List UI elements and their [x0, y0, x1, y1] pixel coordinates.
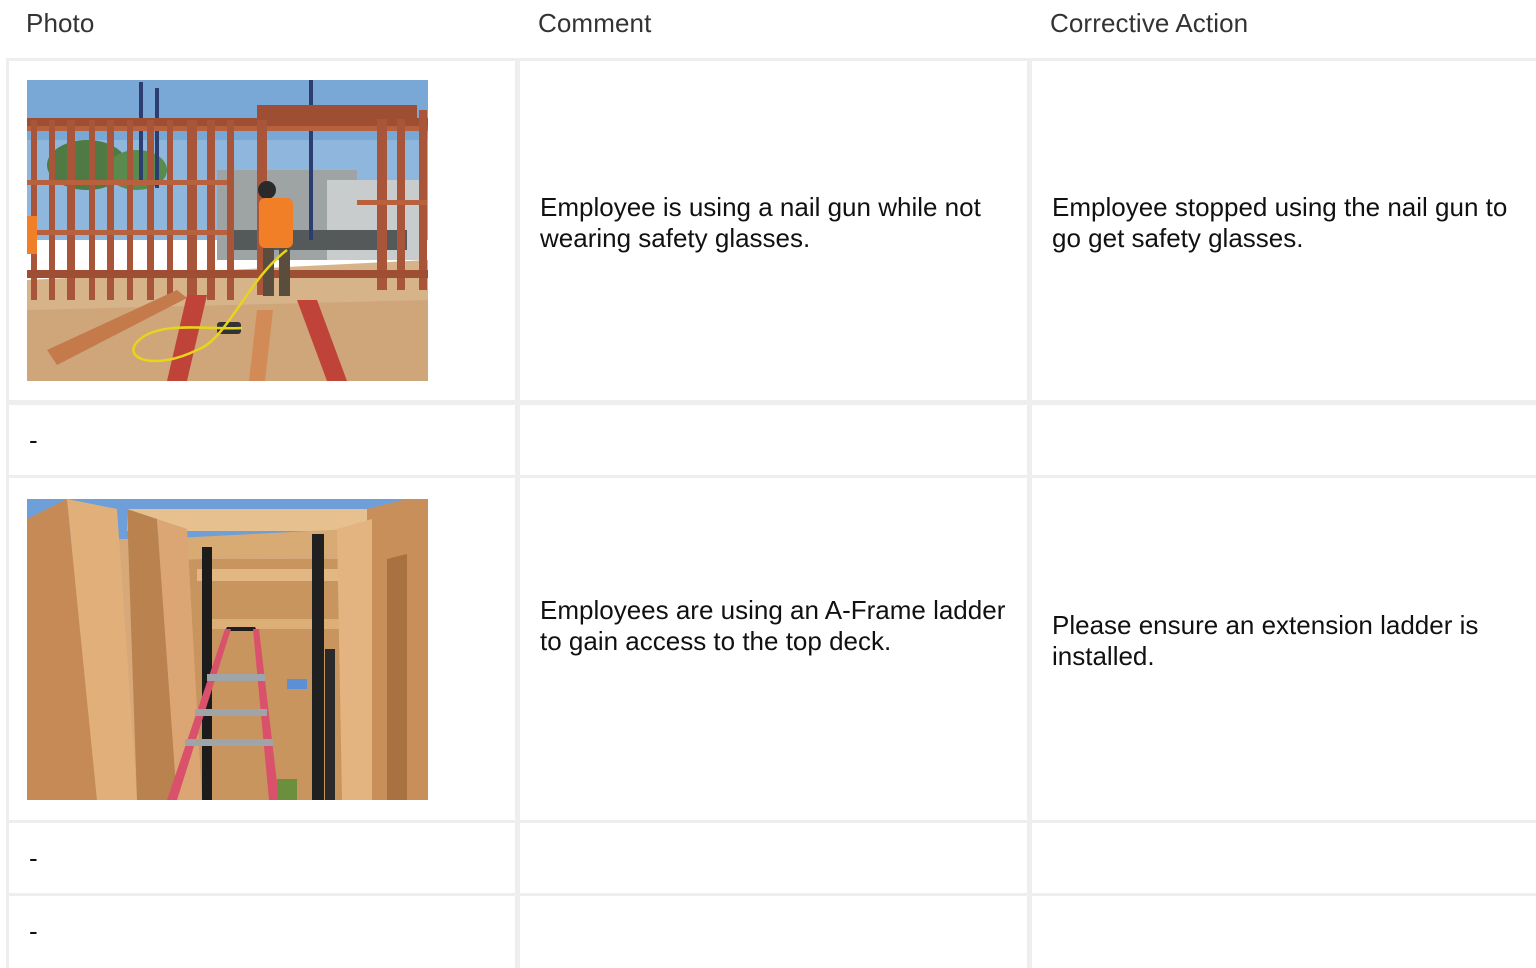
photo-cell: - [6, 820, 518, 896]
corrective-action-cell: Employee stopped using the nail gun to g… [1029, 58, 1536, 403]
a-frame-ladder-photo[interactable] [27, 499, 428, 800]
photo-cell: - [6, 893, 518, 968]
corrective-action-text: Please ensure an extension ladder is ins… [1052, 610, 1479, 671]
corrective-action-text: Employee stopped using the nail gun to g… [1052, 192, 1508, 253]
construction-site-nail-gun-photo[interactable] [27, 80, 428, 381]
table-header: Photo Comment Corrective Action [0, 0, 1536, 52]
empty-photo-placeholder: - [29, 843, 38, 873]
empty-photo-placeholder: - [29, 916, 38, 946]
comment-cell: Employee is using a nail gun while not w… [517, 58, 1030, 403]
empty-photo-placeholder: - [29, 425, 38, 455]
comment-cell: Employees are using an A-Frame ladder to… [517, 475, 1030, 823]
comment-text: Employees are using an A-Frame ladder to… [540, 595, 1006, 656]
photo-cell [6, 58, 518, 403]
comment-text: Employee is using a nail gun while not w… [540, 192, 981, 253]
comment-cell [517, 893, 1030, 968]
corrective-action-cell: Please ensure an extension ladder is ins… [1029, 475, 1536, 823]
corrective-action-cell [1029, 820, 1536, 896]
photo-cell: - [6, 402, 518, 478]
comment-cell [517, 820, 1030, 896]
comment-cell [517, 402, 1030, 478]
corrective-action-cell [1029, 402, 1536, 478]
photo-cell [6, 475, 518, 823]
column-header-corrective-action: Corrective Action [1050, 8, 1249, 38]
corrective-action-cell [1029, 893, 1536, 968]
column-header-comment: Comment [538, 8, 652, 38]
column-header-photo: Photo [26, 8, 95, 38]
